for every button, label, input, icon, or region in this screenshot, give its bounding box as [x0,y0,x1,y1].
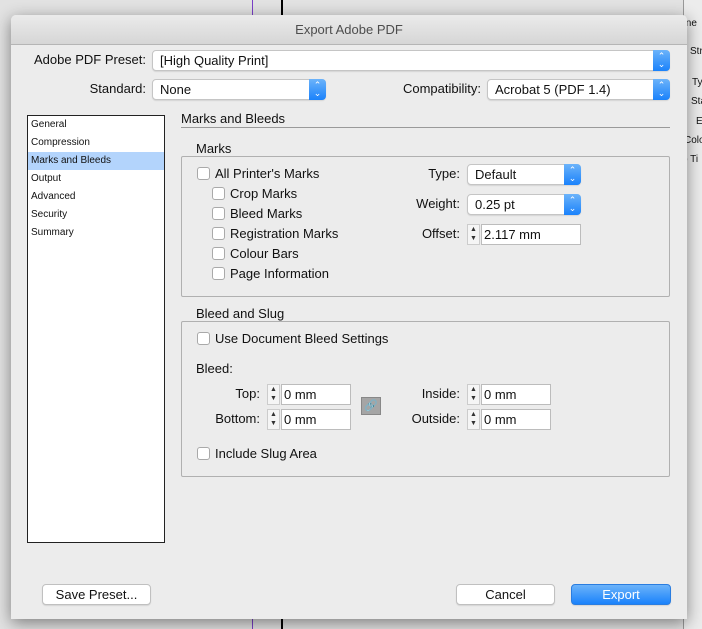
sidebar-item-general[interactable]: General [28,116,164,134]
bottom-input[interactable]: 0 mm [281,409,351,430]
checkbox-box [197,167,210,180]
checkbox-box [212,227,225,240]
sidebar-item-compression[interactable]: Compression [28,134,164,152]
type-value: Default [475,167,517,182]
save-preset-button[interactable]: Save Preset... [42,584,151,605]
inside-input[interactable]: 0 mm [481,384,551,405]
standard-select[interactable]: None ⌃ ⌄ [152,79,326,100]
cancel-button[interactable]: Cancel [456,584,555,605]
weight-label: Weight: [416,196,460,211]
type-select[interactable]: Default ⌃ ⌄ [467,164,581,185]
checkbox-label: Registration Marks [230,226,339,241]
sidebar-item-summary[interactable]: Summary [28,224,164,242]
link-chain-icon[interactable]: 🔗 [361,397,381,415]
checkbox-box [197,332,210,345]
panel-text: Sta [691,96,702,107]
chevron-updown-icon: ⌃ ⌄ [564,164,581,185]
checkbox-box [212,187,225,200]
outside-label: Outside: [411,411,460,426]
all-printers-marks-checkbox[interactable]: All Printer's Marks [197,166,319,181]
page-information-checkbox[interactable]: Page Information [212,266,329,281]
preset-select[interactable]: [High Quality Print] ⌃ ⌄ [152,50,670,71]
checkbox-label: Include Slug Area [215,446,317,461]
include-slug-checkbox[interactable]: Include Slug Area [197,446,317,461]
export-pdf-dialog: Export Adobe PDF Adobe PDF Preset: [High… [11,15,687,619]
top-input[interactable]: 0 mm [281,384,351,405]
category-list[interactable]: General Compression Marks and Bleeds Out… [27,115,165,543]
compatibility-value: Acrobat 5 (PDF 1.4) [495,82,611,97]
weight-select[interactable]: 0.25 pt ⌃ ⌄ [467,194,581,215]
panel-text: Stro [690,46,702,57]
type-label: Type: [428,166,460,181]
checkbox-label: Use Document Bleed Settings [215,331,389,346]
panel-text: Ty [692,77,702,88]
colour-bars-checkbox[interactable]: Colour Bars [212,246,299,261]
outside-stepper[interactable]: ▲ ▼ [467,409,480,430]
crop-marks-checkbox[interactable]: Crop Marks [212,186,297,201]
inside-label: Inside: [421,386,460,401]
top-label: Top: [235,386,260,401]
offset-input[interactable]: 2.117 mm [481,224,581,245]
checkbox-box [212,207,225,220]
registration-marks-checkbox[interactable]: Registration Marks [212,226,338,241]
sidebar-item-output[interactable]: Output [28,170,164,188]
chevron-updown-icon: ⌃ ⌄ [309,79,326,100]
standard-label: Standard: [89,81,146,96]
checkbox-box [212,247,225,260]
checkbox-box [197,447,210,460]
sidebar-item-marks-and-bleeds[interactable]: Marks and Bleeds [28,152,164,170]
standard-value: None [160,82,192,97]
inside-stepper[interactable]: ▲ ▼ [467,384,480,405]
use-document-bleed-checkbox[interactable]: Use Document Bleed Settings [197,331,388,346]
top-stepper[interactable]: ▲ ▼ [267,384,280,405]
marks-legend: Marks [193,141,235,156]
bottom-label: Bottom: [215,411,260,426]
chevron-updown-icon: ⌃ ⌄ [653,79,670,100]
preset-value: [High Quality Print] [160,53,269,68]
bottom-stepper[interactable]: ▲ ▼ [267,409,280,430]
outside-input[interactable]: 0 mm [481,409,551,430]
bleed-label: Bleed: [196,361,233,376]
compatibility-label: Compatibility: [402,81,481,96]
checkbox-label: All Printer's Marks [215,166,320,181]
export-button[interactable]: Export [571,584,671,605]
dialog-title: Export Adobe PDF [11,15,687,45]
offset-stepper[interactable]: ▲ ▼ [467,224,480,245]
checkbox-label: Page Information [230,266,330,281]
preset-label: Adobe PDF Preset: [34,52,146,67]
checkbox-label: Crop Marks [230,186,298,201]
chevron-updown-icon: ⌃ ⌄ [653,50,670,71]
panel-text: E [696,116,702,127]
offset-label: Offset: [421,226,460,241]
checkbox-label: Colour Bars [230,246,299,261]
weight-value: 0.25 pt [475,197,515,212]
chevron-updown-icon: ⌃ ⌄ [564,194,581,215]
sidebar-item-security[interactable]: Security [28,206,164,224]
section-title: Marks and Bleeds [181,111,670,128]
checkbox-label: Bleed Marks [230,206,303,221]
checkbox-box [212,267,225,280]
bleed-slug-legend: Bleed and Slug [193,306,288,321]
sidebar-item-advanced[interactable]: Advanced [28,188,164,206]
bleed-marks-checkbox[interactable]: Bleed Marks [212,206,302,221]
compatibility-select[interactable]: Acrobat 5 (PDF 1.4) ⌃ ⌄ [487,79,670,100]
